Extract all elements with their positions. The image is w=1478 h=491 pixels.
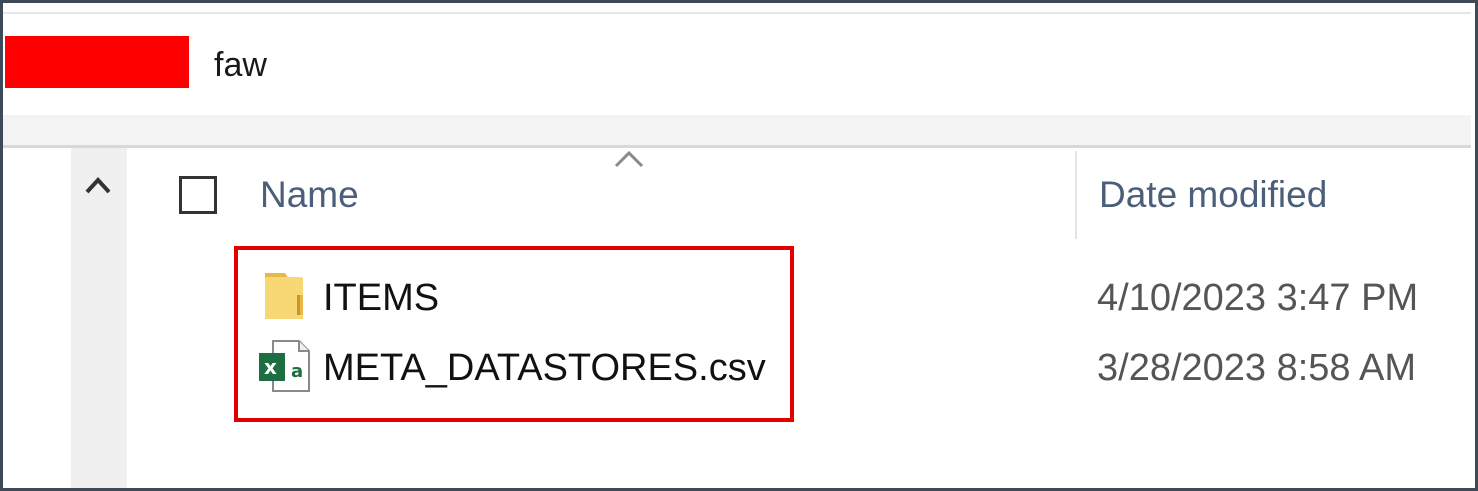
column-header-name[interactable]: Name — [260, 174, 359, 216]
nav-scroll-up-button[interactable] — [81, 171, 115, 199]
navigation-pane — [71, 148, 127, 488]
svg-text:a: a — [291, 361, 303, 382]
file-name[interactable]: META_DATASTORES.csv — [323, 349, 766, 387]
address-bar[interactable]: faw — [3, 12, 1471, 117]
toolbar-gap — [3, 115, 1471, 145]
svg-text:x: x — [264, 355, 277, 379]
column-separator[interactable] — [1075, 151, 1077, 239]
file-date-modified: 3/28/2023 8:58 AM — [1097, 347, 1417, 389]
list-item[interactable]: ITEMS 4/10/2023 3:47 PM — [253, 267, 1463, 327]
divider — [3, 145, 1471, 148]
address-path-text[interactable]: faw — [214, 48, 267, 82]
file-date-modified: 4/10/2023 3:47 PM — [1097, 277, 1419, 319]
explorer-window: faw Name Date modified ITEMS 4/10/2023 3… — [0, 0, 1478, 491]
list-item[interactable]: a x META_DATASTORES.csv 3/28/2023 8:58 A… — [253, 337, 1463, 397]
folder-icon — [265, 273, 303, 319]
sort-ascending-icon — [614, 150, 644, 168]
column-header-date-modified[interactable]: Date modified — [1099, 174, 1327, 216]
redacted-path-segment — [5, 36, 189, 88]
excel-csv-icon: a x — [259, 340, 310, 392]
select-all-checkbox[interactable] — [179, 176, 217, 214]
chevron-up-icon — [85, 177, 111, 194]
file-name[interactable]: ITEMS — [323, 279, 439, 317]
